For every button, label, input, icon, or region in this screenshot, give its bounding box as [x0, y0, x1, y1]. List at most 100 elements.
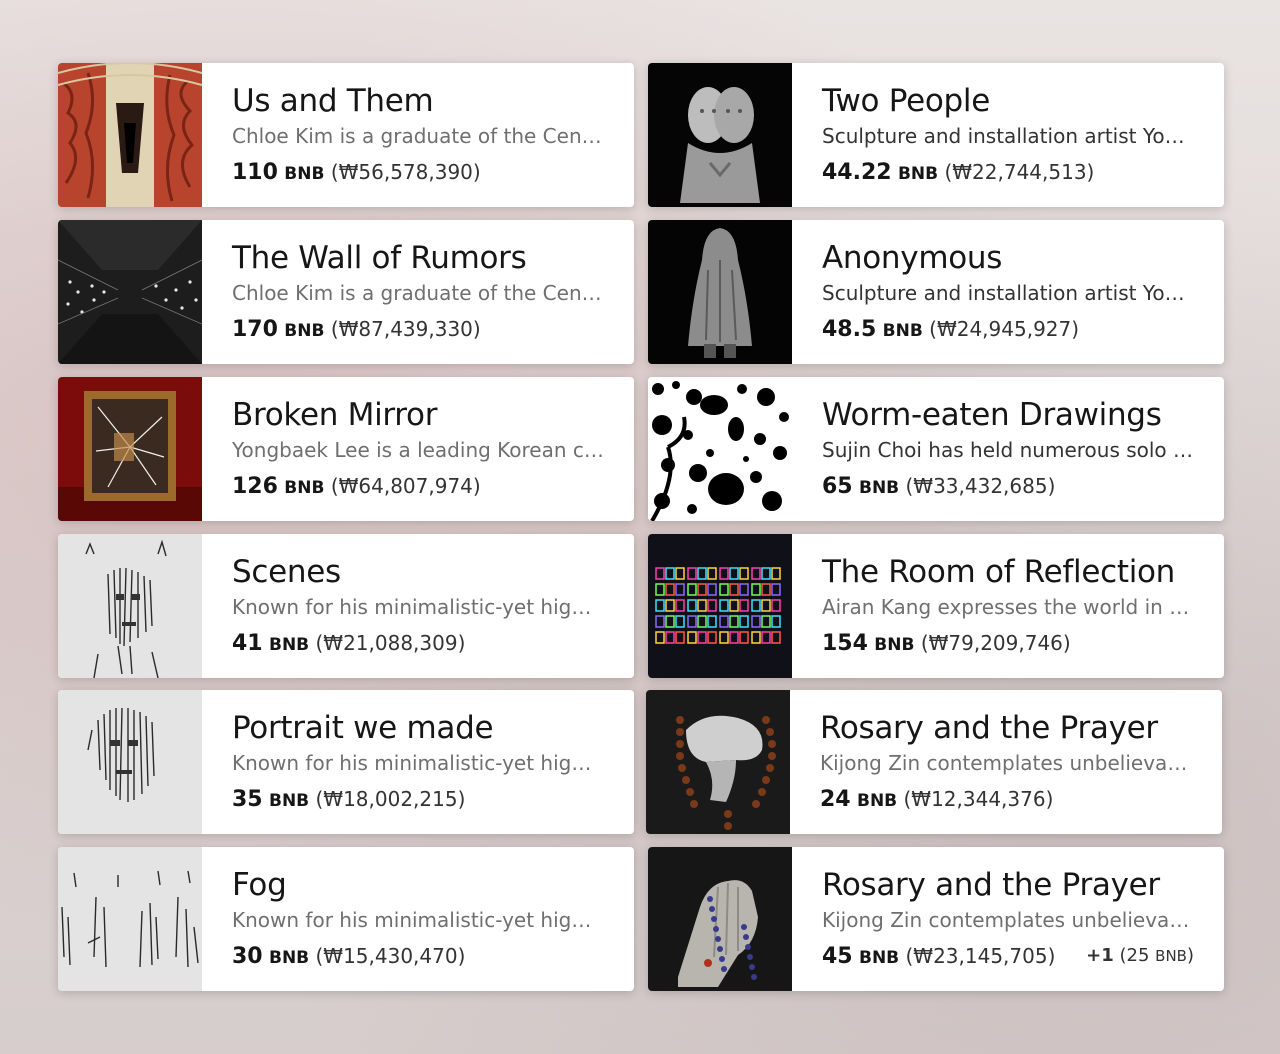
price-amount: 110 [232, 160, 278, 185]
artwork-description: Kijong Zin contemplates unbelievable... [822, 908, 1194, 932]
artwork-title: Scenes [232, 554, 341, 590]
artwork-description: Sculpture and installation artist Yongj.… [822, 124, 1194, 148]
price-currency: BNB [268, 635, 310, 655]
artwork-price: 44.22 BNB (₩22,744,513) [822, 157, 1194, 189]
artwork-card[interactable]: Scenes Known for his minimalistic-yet hi… [58, 534, 634, 678]
artwork-card[interactable]: Two People Sculpture and installation ar… [648, 63, 1224, 207]
price-krw: (₩79,209,746) [920, 631, 1071, 655]
artwork-price: 30 BNB (₩15,430,470) [232, 941, 604, 973]
additional-close: ) [1186, 945, 1194, 966]
artwork-title: The Wall of Rumors [232, 240, 527, 276]
artwork-title: Anonymous [822, 240, 1003, 276]
artwork-price: 65 BNB (₩33,432,685) [822, 471, 1194, 503]
additional-open: (25 [1119, 945, 1150, 966]
price-currency: BNB [284, 164, 325, 184]
artwork-thumbnail [648, 534, 792, 678]
price-amount: 126 [232, 474, 278, 499]
price-currency: BNB [858, 948, 900, 968]
artwork-card[interactable]: Rosary and the Prayer Kijong Zin contemp… [648, 847, 1224, 991]
artwork-card[interactable]: Rosary and the Prayer Kijong Zin contemp… [646, 690, 1222, 834]
price-krw: (₩56,578,390) [330, 160, 481, 184]
price-currency: BNB [268, 948, 310, 968]
artwork-thumbnail [58, 63, 202, 207]
artwork-description: Kijong Zin contemplates unbelievable... [820, 751, 1192, 775]
artwork-title: Us and Them [232, 83, 434, 119]
artwork-description: Chloe Kim is a graduate of the Central..… [232, 124, 604, 148]
price-currency: BNB [284, 478, 325, 498]
price-krw: (₩87,439,330) [330, 317, 481, 341]
price-amount: 170 [232, 317, 278, 342]
additional-count: +1 [1086, 945, 1114, 966]
price-currency: BNB [882, 321, 923, 341]
artwork-card[interactable]: Us and Them Chloe Kim is a graduate of t… [58, 63, 634, 207]
price-amount: 41 [232, 631, 263, 656]
artwork-price: 24 BNB (₩12,344,376) [820, 784, 1192, 816]
artwork-thumbnail [648, 847, 792, 991]
artwork-price: 170 BNB (₩87,439,330) [232, 314, 604, 346]
artwork-thumbnail [646, 690, 790, 834]
artwork-price: 48.5 BNB (₩24,945,927) [822, 314, 1194, 346]
artwork-description: Known for his minimalistic-yet highly... [232, 595, 604, 619]
price-amount: 24 [820, 787, 851, 812]
price-amount: 45 [822, 944, 853, 969]
artwork-price: 35 BNB (₩18,002,215) [232, 784, 604, 816]
price-krw: (₩24,945,927) [929, 317, 1080, 341]
price-currency: BNB [268, 791, 310, 811]
price-krw: (₩33,432,685) [905, 474, 1056, 498]
artwork-card[interactable]: The Room of Reflection Airan Kang expres… [648, 534, 1224, 678]
additional-offer: +1 (25 BNB) [1086, 941, 1194, 971]
artwork-description: Yongbaek Lee is a leading Korean con... [232, 438, 604, 462]
artwork-price: 41 BNB (₩21,088,309) [232, 628, 604, 660]
price-currency: BNB [874, 635, 915, 655]
price-currency: BNB [858, 478, 900, 498]
price-krw: (₩21,088,309) [315, 631, 466, 655]
artwork-card[interactable]: Fog Known for his minimalistic-yet highl… [58, 847, 634, 991]
artwork-title: Broken Mirror [232, 397, 438, 433]
artwork-card[interactable]: Anonymous Sculpture and installation art… [648, 220, 1224, 364]
artwork-title: Portrait we made [232, 710, 494, 746]
additional-currency: BNB [1155, 947, 1187, 965]
artwork-title: The Room of Reflection [822, 554, 1176, 590]
price-krw: (₩12,344,376) [903, 787, 1054, 811]
price-krw: (₩22,744,513) [944, 160, 1095, 184]
artwork-card[interactable]: The Wall of Rumors Chloe Kim is a gradua… [58, 220, 634, 364]
artwork-description: Sculpture and installation artist Yongj.… [822, 281, 1194, 305]
artwork-price: 45 BNB (₩23,145,705) +1 (25 BNB) [822, 941, 1194, 973]
artwork-price: 110 BNB (₩56,578,390) [232, 157, 604, 189]
artwork-description: Airan Kang expresses the world in bo... [822, 595, 1194, 619]
price-currency: BNB [856, 791, 898, 811]
price-amount: 44.22 [822, 160, 892, 185]
artwork-thumbnail [58, 377, 202, 521]
artwork-thumbnail [58, 534, 202, 678]
artwork-description: Known for his minimalistic-yet highly... [232, 908, 604, 932]
artwork-card[interactable]: Worm-eaten Drawings Sujin Choi has held … [648, 377, 1224, 521]
artwork-thumbnail [648, 220, 792, 364]
price-amount: 48.5 [822, 317, 877, 342]
price-krw: (₩23,145,705) [905, 944, 1056, 968]
price-krw: (₩64,807,974) [330, 474, 481, 498]
price-amount: 35 [232, 787, 263, 812]
artwork-card[interactable]: Portrait we made Known for his minimalis… [58, 690, 634, 834]
artwork-thumbnail [58, 220, 202, 364]
price-currency: BNB [284, 321, 325, 341]
price-krw: (₩18,002,215) [315, 787, 466, 811]
artwork-title: Rosary and the Prayer [822, 867, 1160, 903]
artwork-price: 154 BNB (₩79,209,746) [822, 628, 1194, 660]
artwork-title: Rosary and the Prayer [820, 710, 1158, 746]
artwork-description: Chloe Kim is a graduate of the Central..… [232, 281, 604, 305]
price-amount: 30 [232, 944, 263, 969]
price-amount: 65 [822, 474, 853, 499]
artwork-description: Known for his minimalistic-yet highly... [232, 751, 604, 775]
price-amount: 154 [822, 631, 868, 656]
artwork-price: 126 BNB (₩64,807,974) [232, 471, 604, 503]
artwork-title: Worm-eaten Drawings [822, 397, 1162, 433]
artwork-card[interactable]: Broken Mirror Yongbaek Lee is a leading … [58, 377, 634, 521]
artwork-thumbnail [648, 377, 792, 521]
price-krw: (₩15,430,470) [315, 944, 466, 968]
artwork-description: Sujin Choi has held numerous solo an... [822, 438, 1194, 462]
artwork-title: Fog [232, 867, 287, 903]
artwork-title: Two People [822, 83, 990, 119]
artwork-thumbnail [58, 847, 202, 991]
artwork-thumbnail [648, 63, 792, 207]
price-currency: BNB [897, 164, 939, 184]
